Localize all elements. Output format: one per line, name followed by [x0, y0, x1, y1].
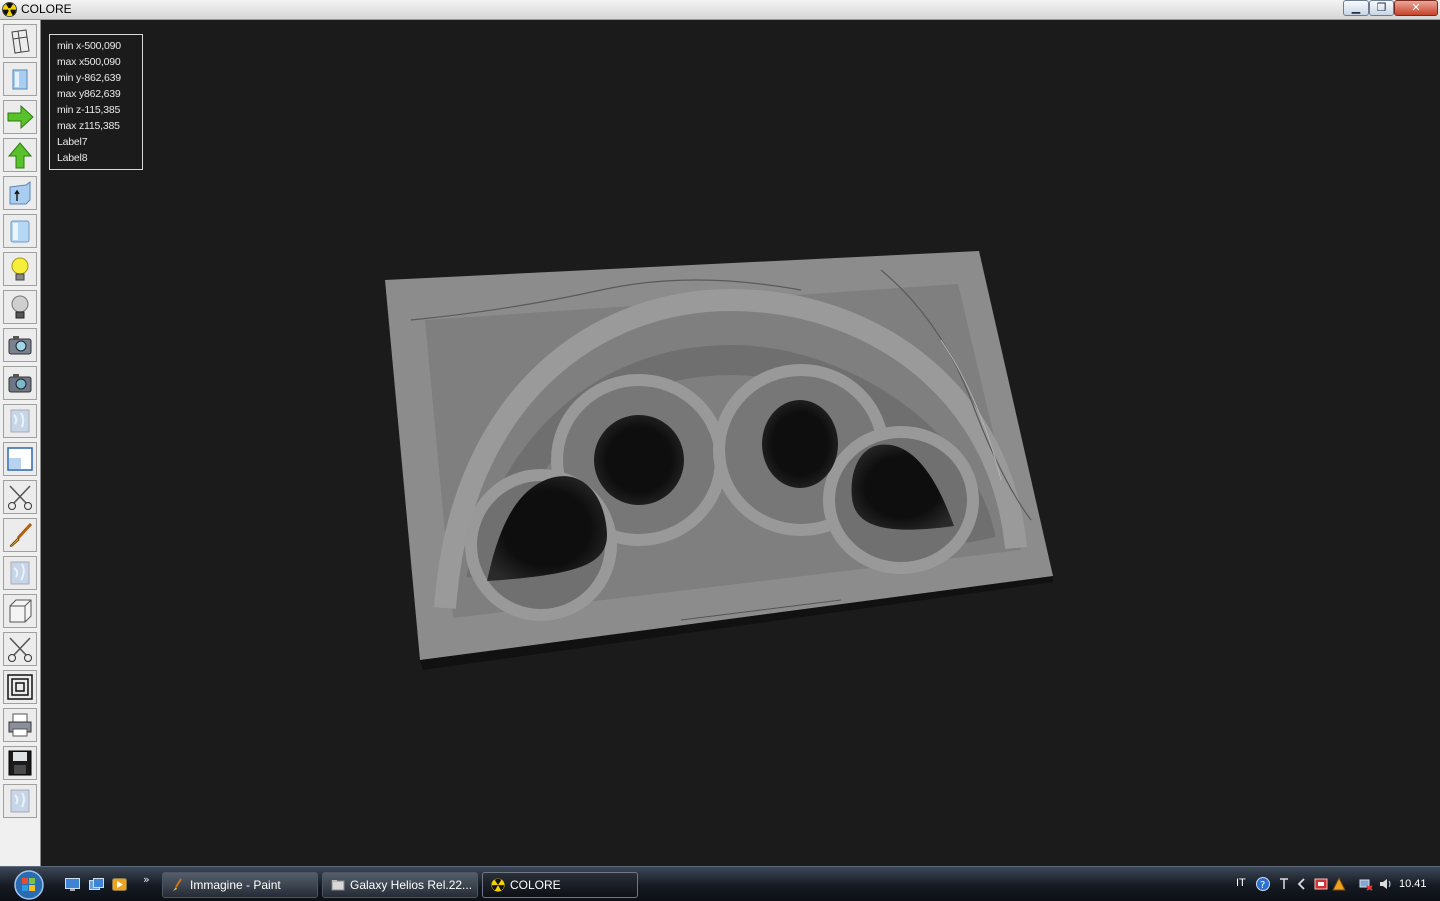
- marble-panel-render: [385, 251, 1053, 670]
- solid-view-button[interactable]: [3, 62, 37, 96]
- info-max-x: max x500,090: [57, 56, 121, 68]
- hole-upper-left: [594, 415, 684, 505]
- quick-launch-more[interactable]: »: [143, 873, 150, 886]
- scissors-button[interactable]: [3, 480, 37, 514]
- extrude-button[interactable]: [3, 176, 37, 210]
- paint-brush-icon: [9, 522, 33, 547]
- warning-icon[interactable]: [1332, 877, 1346, 891]
- taskbar-item-label: COLORE: [510, 878, 561, 892]
- taskbar-item-label: Immagine - Paint: [190, 878, 281, 892]
- close-button[interactable]: ✕: [1394, 0, 1438, 16]
- scissors-icon: [8, 485, 32, 510]
- arrow-right-button[interactable]: [3, 100, 37, 134]
- security-alert-icon[interactable]: [1314, 877, 1328, 891]
- window-view-icon: [7, 447, 33, 471]
- wireframe-icon: [11, 29, 30, 54]
- taskbar-item-colore[interactable]: COLORE: [482, 872, 638, 898]
- cylinder-button[interactable]: [3, 214, 37, 248]
- paint-icon: [173, 878, 182, 891]
- info-max-z: max z115,385: [57, 120, 120, 132]
- scissors-alt-button[interactable]: [3, 632, 37, 666]
- texture-icon: [10, 409, 30, 433]
- minimize-button[interactable]: ▁: [1343, 0, 1369, 16]
- window-view-button[interactable]: [3, 442, 37, 476]
- extrude-icon: [9, 181, 31, 205]
- arrow-up-icon: [7, 142, 33, 169]
- maximize-button[interactable]: ❐: [1369, 0, 1394, 16]
- camera-alt-icon: [8, 374, 32, 393]
- window-title: COLORE: [21, 2, 72, 16]
- folder-icon: [331, 880, 345, 891]
- camera-button[interactable]: [3, 328, 37, 362]
- svg-text:?: ?: [1260, 880, 1265, 891]
- network-icon[interactable]: [1359, 877, 1373, 891]
- info-min-x: min x-500,090: [57, 40, 121, 52]
- colore-icon: [491, 878, 505, 892]
- show-hidden-icons[interactable]: [1295, 877, 1309, 891]
- save-icon: [8, 750, 32, 776]
- info-label8: Label8: [57, 152, 88, 164]
- volume-icon[interactable]: [1378, 877, 1392, 891]
- help-icon[interactable]: ?: [1256, 877, 1270, 891]
- arrow-up-button[interactable]: [3, 138, 37, 172]
- light-on-icon: [11, 257, 29, 281]
- show-desktop-icon[interactable]: [65, 878, 80, 891]
- solid-view-icon: [12, 69, 28, 90]
- info-min-y: min y-862,639: [57, 72, 121, 84]
- wireframe-button[interactable]: [3, 24, 37, 58]
- box-icon: [9, 599, 32, 623]
- offset-icon: [7, 674, 33, 700]
- save-button[interactable]: [3, 746, 37, 780]
- start-button[interactable]: [9, 868, 49, 900]
- hole-upper-right: [762, 400, 838, 488]
- taskbar: » Immagine - Paint Galaxy Helios Rel.22.…: [0, 866, 1440, 901]
- texture-button[interactable]: [3, 404, 37, 438]
- light-off-button[interactable]: [3, 290, 37, 324]
- info-max-y: max y862,639: [57, 88, 121, 100]
- info-label7: Label7: [57, 136, 88, 148]
- scissors-alt-icon: [8, 637, 32, 662]
- texture-blank-icon: [10, 789, 30, 813]
- camera-alt-button[interactable]: [3, 366, 37, 400]
- tool-palette: [0, 20, 41, 866]
- taskbar-item-galaxy-helios[interactable]: Galaxy Helios Rel.22...: [322, 872, 478, 898]
- printer-button[interactable]: [3, 708, 37, 742]
- box-button[interactable]: [3, 594, 37, 628]
- cylinder-icon: [10, 220, 30, 243]
- language-indicator[interactable]: IT: [1236, 877, 1246, 889]
- texture-alt-icon: [10, 561, 30, 585]
- light-off-icon: [11, 295, 29, 319]
- offset-button[interactable]: [3, 670, 37, 704]
- info-min-z: min z-115,385: [57, 104, 121, 116]
- texture-alt-button[interactable]: [3, 556, 37, 590]
- switch-windows-icon[interactable]: [89, 878, 104, 891]
- light-on-button[interactable]: [3, 252, 37, 286]
- radiation-app-icon: [2, 2, 17, 17]
- paint-brush-button[interactable]: [3, 518, 37, 552]
- camera-icon: [8, 336, 32, 355]
- bounds-info-panel: min x-500,090 max x500,090 min y-862,639…: [49, 34, 143, 170]
- taskbar-item-label: Galaxy Helios Rel.22...: [350, 878, 473, 892]
- title-bar: COLORE ▁ ❐ ✕: [0, 0, 1440, 20]
- texture-blank-button[interactable]: [3, 784, 37, 818]
- arrow-right-icon: [7, 104, 34, 130]
- pen-input-icon[interactable]: [1277, 877, 1291, 891]
- 3d-viewport[interactable]: min x-500,090 max x500,090 min y-862,639…: [41, 20, 1440, 866]
- clock[interactable]: 10.41: [1399, 878, 1427, 890]
- media-player-icon[interactable]: [112, 878, 127, 891]
- printer-icon: [8, 713, 32, 737]
- taskbar-item-paint[interactable]: Immagine - Paint: [162, 872, 318, 898]
